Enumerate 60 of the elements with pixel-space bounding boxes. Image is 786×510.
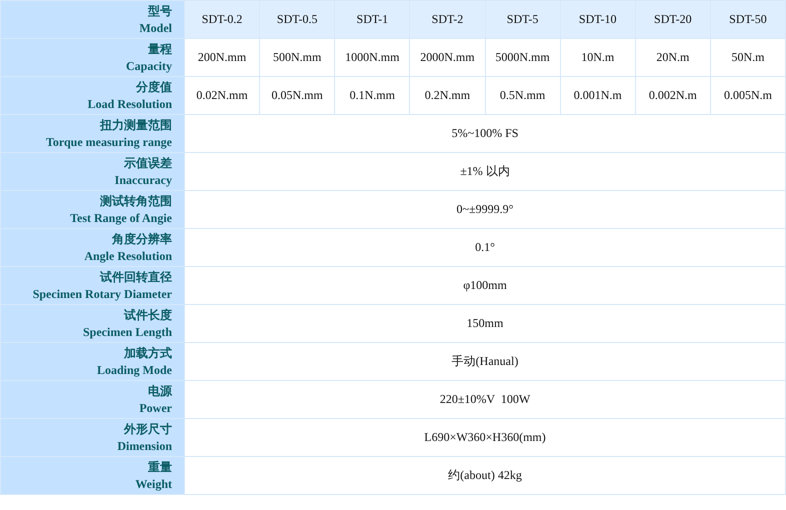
table-cell: 5%~100% FS	[184, 114, 786, 152]
table-cell: 220±10%V 100W	[184, 380, 786, 418]
label-english: Loading Mode	[96, 362, 172, 378]
column-header: SDT-2	[410, 0, 485, 38]
table-cell: 0.1°	[184, 228, 786, 266]
table-cell: 20N.m	[635, 38, 710, 76]
table-cell: 500N.mm	[260, 38, 335, 76]
label-chinese: 角度分辨率	[110, 230, 172, 248]
table-cell: 50N.m	[710, 38, 786, 76]
label-chinese: 外形尺寸	[122, 420, 172, 438]
table-cell: 0.02N.mm	[184, 76, 260, 114]
table-cell: 手动(Hanual)	[184, 342, 786, 380]
label-chinese: 型号	[147, 2, 172, 20]
label-chinese: 试件长度	[122, 306, 172, 324]
table-cell: 0.001N.m	[560, 76, 636, 114]
label-english: Inaccuracy	[114, 172, 172, 188]
label-chinese: 加载方式	[122, 344, 172, 362]
column-header: SDT-0.5	[260, 0, 335, 38]
table-cell: 0.1N.mm	[334, 76, 410, 114]
table-cell: 0.2N.mm	[410, 76, 485, 114]
label-chinese: 扭力测量范围	[98, 116, 172, 134]
label-english: Weight	[134, 476, 172, 492]
label-chinese: 测试转角范围	[99, 192, 172, 210]
table-cell: 1000N.mm	[334, 38, 410, 76]
table-cell: 2000N.mm	[410, 38, 485, 76]
label-chinese: 分度值	[134, 78, 172, 96]
label-english: Capacity	[125, 58, 172, 74]
column-header: SDT-50	[710, 0, 786, 38]
label-english: Test Range of Angie	[69, 210, 172, 226]
column-header: SDT-5	[485, 0, 560, 38]
table-cell: 5000N.mm	[485, 38, 560, 76]
table-cell: ±1% 以内	[184, 152, 786, 190]
label-chinese: 示值误差	[123, 154, 172, 172]
table-cell: 0.005N.m	[710, 76, 786, 114]
label-chinese: 电源	[147, 382, 172, 400]
table-cell: 0.05N.mm	[260, 76, 335, 114]
column-header: SDT-10	[560, 0, 636, 38]
label-english: Load Resolution	[86, 96, 172, 112]
table-cell: 0~±9999.9°	[184, 190, 786, 228]
table-cell: 0.002N.m	[635, 76, 710, 114]
label-chinese: 量程	[147, 40, 172, 58]
label-english: Angle Resolution	[83, 248, 172, 264]
column-header: SDT-0.2	[184, 0, 260, 38]
table-cell: 约(about) 42kg	[184, 456, 786, 494]
label-english: Model	[138, 20, 172, 36]
column-header: SDT-1	[334, 0, 410, 38]
label-english: Dimension	[116, 438, 172, 454]
label-chinese: 试件回转直径	[98, 268, 172, 286]
column-header: SDT-20	[635, 0, 710, 38]
table-cell: L690×W360×H360(mm)	[184, 418, 786, 456]
table-cell: 200N.mm	[184, 38, 260, 76]
label-english: Torque measuring range	[44, 134, 172, 150]
label-chinese: 重量	[147, 458, 172, 476]
label-english: Power	[138, 400, 172, 416]
table-cell: 150mm	[184, 304, 786, 342]
label-english: Specimen Rotary Diameter	[32, 286, 172, 302]
table-cell: φ100mm	[184, 266, 786, 304]
table-cell: 0.5N.mm	[485, 76, 560, 114]
table-cell: 10N.m	[560, 38, 636, 76]
label-english: Specimen Length	[82, 324, 172, 340]
